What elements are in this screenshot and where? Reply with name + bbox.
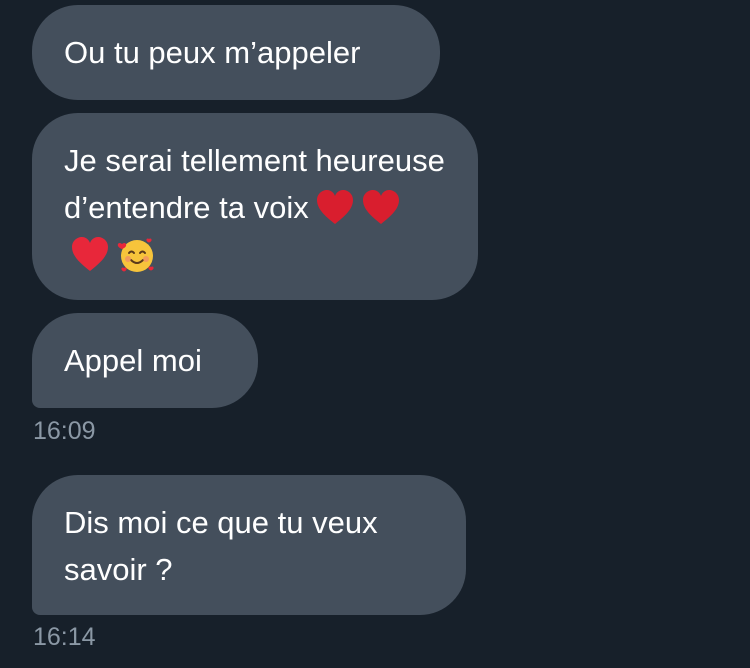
received-message-bubble[interactable]: Ou tu peux m’appeler: [32, 5, 440, 100]
message-timestamp: 16:09: [33, 417, 96, 445]
received-message-bubble[interactable]: Je serai tellement heureuse d’entendre t…: [32, 113, 478, 300]
message-thread: Ou tu peux m’appeler Je serai tellement …: [0, 0, 750, 668]
smiling-face-with-hearts-icon: [116, 235, 156, 275]
message-text: Ou tu peux m’appeler: [64, 35, 361, 70]
red-heart-icon: [70, 235, 110, 275]
received-message-bubble[interactable]: Appel moi: [32, 313, 258, 408]
message-timestamp: 16:14: [33, 623, 96, 651]
message-text: Dis moi ce que tu veux savoir ?: [64, 505, 378, 587]
red-heart-icon: [361, 188, 401, 228]
message-text: Appel moi: [64, 343, 202, 378]
red-heart-icon: [315, 188, 355, 228]
received-message-bubble[interactable]: Dis moi ce que tu veux savoir ?: [32, 475, 466, 615]
